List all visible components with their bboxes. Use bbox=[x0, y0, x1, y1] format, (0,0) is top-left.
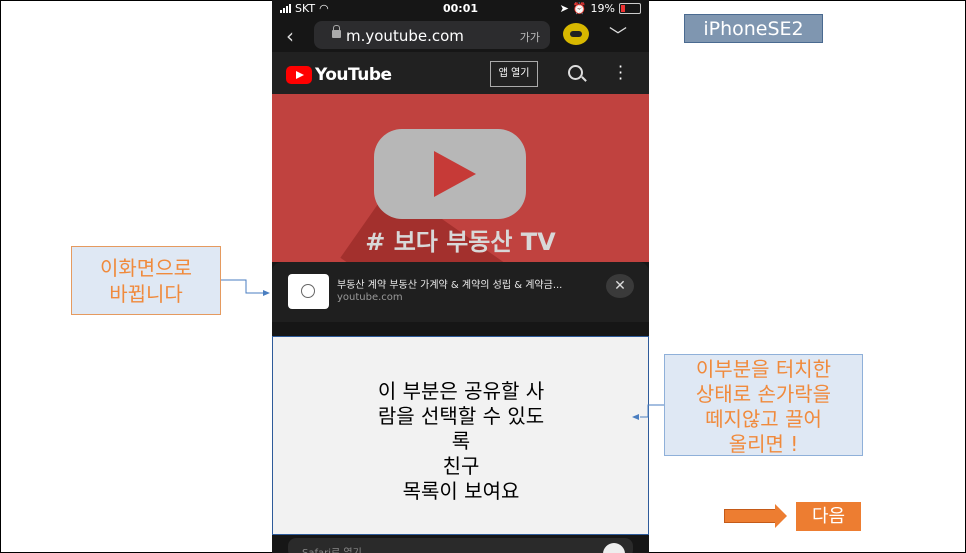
url-field[interactable]: m.youtube.com 가가 bbox=[314, 21, 550, 49]
share-url: youtube.com bbox=[337, 292, 403, 303]
youtube-header: YouTube 앱 열기 · · · bbox=[272, 52, 649, 94]
status-bar: SKT ◠ 00:01 ➤ ⏰ 19% bbox=[272, 0, 649, 18]
overlay-line: 친구 bbox=[442, 454, 480, 478]
youtube-wordmark: YouTube bbox=[315, 65, 392, 85]
open-in-safari-label: Safari로 열기 bbox=[302, 544, 362, 553]
callout-line: 떼지않고 끌어 bbox=[705, 407, 822, 431]
banner-title: # 보다 부동산 TV bbox=[365, 228, 556, 256]
phone-screen: SKT ◠ 00:01 ➤ ⏰ 19% ‹ m.youtube.com 가가 ﹀… bbox=[272, 0, 649, 553]
compass-icon bbox=[288, 274, 329, 309]
right-callout: 이부분을 터치한 상태로 손가락을 떼지않고 끌어 올리면 ! bbox=[664, 354, 863, 456]
left-callout: 이화면으로 바뀝니다 bbox=[71, 246, 221, 315]
text-size-button[interactable]: 가가 bbox=[520, 29, 540, 45]
more-icon[interactable]: · · · bbox=[618, 59, 623, 87]
device-label: iPhoneSE2 bbox=[684, 14, 823, 43]
battery-percent: 19% bbox=[590, 2, 615, 15]
alarm-icon: ⏰ bbox=[572, 2, 587, 15]
open-in-safari-row[interactable]: Safari로 열기 bbox=[288, 538, 633, 553]
share-sheet-header: 부동산 계약 부동산 가계약 & 계약의 성립 & 계약금... youtube… bbox=[272, 262, 649, 322]
open-app-button[interactable]: 앱 열기 bbox=[490, 61, 538, 87]
url-text: m.youtube.com bbox=[346, 27, 464, 45]
chat-icon[interactable] bbox=[563, 23, 589, 45]
contact-area-overlay[interactable]: 이 부분은 공유할 사 람을 선택할 수 있도 록 친구 목록이 보여요 bbox=[272, 336, 649, 535]
overlay-line: 목록이 보여요 bbox=[402, 479, 520, 503]
share-title: 부동산 계약 부동산 가계약 & 계약의 성립 & 계약금... bbox=[337, 280, 563, 291]
battery-icon bbox=[619, 3, 641, 14]
chevron-down-icon[interactable]: ﹀ bbox=[609, 22, 627, 48]
safari-icon bbox=[603, 543, 625, 553]
overlay-text: 이 부분은 공유할 사 람을 선택할 수 있도 록 친구 목록이 보여요 bbox=[355, 379, 567, 504]
overlay-line: 이 부분은 공유할 사 bbox=[377, 379, 545, 403]
callout-line: 상태로 손가락을 bbox=[695, 382, 832, 406]
callout-line: 이부분을 터치한 bbox=[695, 357, 832, 381]
overlay-line: 람을 선택할 수 있도 bbox=[377, 404, 545, 428]
callout-line: 올리면 ! bbox=[728, 432, 799, 456]
location-icon: ➤ bbox=[559, 2, 569, 15]
close-button[interactable]: ✕ bbox=[606, 274, 634, 298]
play-logo-icon bbox=[374, 129, 526, 219]
address-bar-row: ‹ m.youtube.com 가가 ﹀ bbox=[272, 18, 649, 52]
search-icon[interactable] bbox=[568, 65, 583, 80]
youtube-play-icon bbox=[286, 66, 312, 84]
lock-icon bbox=[332, 25, 341, 38]
overlay-line: 록 bbox=[451, 429, 471, 453]
back-icon[interactable]: ‹ bbox=[286, 24, 294, 48]
arrow-right-head bbox=[775, 504, 787, 528]
youtube-logo[interactable]: YouTube bbox=[286, 65, 392, 85]
callout-line: 이화면으로 bbox=[100, 256, 192, 280]
next-button[interactable]: 다음 bbox=[796, 502, 861, 531]
channel-banner: # 보다 부동산 TV bbox=[272, 94, 649, 262]
arrow-right-icon bbox=[724, 509, 776, 523]
callout-line: 바뀝니다 bbox=[109, 282, 183, 306]
